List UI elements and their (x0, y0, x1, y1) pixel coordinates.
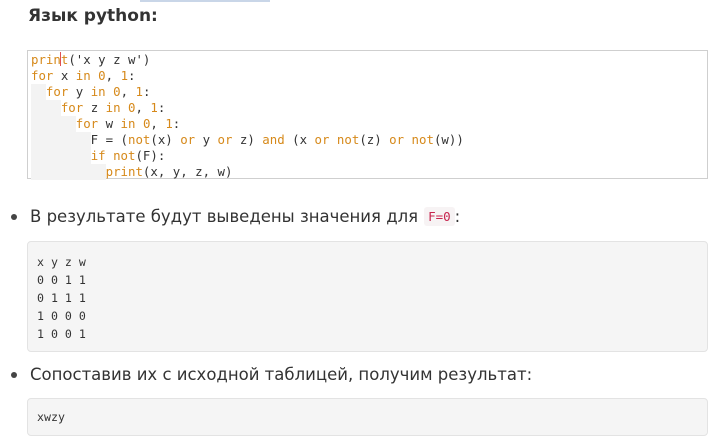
output-line: x y z w (37, 255, 86, 269)
bullet-text: В результате будут выведены значения для (30, 207, 419, 226)
code-keyword: for (31, 68, 54, 83)
section-heading: Язык python: (28, 6, 158, 26)
text-cursor-icon (59, 52, 61, 66)
code-line: if not(F): (28, 148, 707, 164)
code-line: for x in 0, 1: (28, 68, 707, 84)
code-keyword: or (180, 132, 196, 147)
inline-code-f0: F=0 (424, 207, 455, 226)
top-link-fragment (140, 0, 270, 2)
code-text: (z) (359, 132, 390, 147)
code-number: 1 (150, 100, 158, 115)
code-text: F = ( (31, 132, 128, 147)
code-text: z) (232, 132, 263, 147)
code-line-text: F = (not(x) or y or z) and (x or not(z) … (31, 132, 464, 147)
code-line-text: for w in 0, 1: (31, 116, 181, 131)
code-text: , (120, 84, 136, 99)
bullet-dot-icon (11, 213, 17, 220)
code-keyword: in (75, 68, 91, 83)
page: Язык python: print('x y z w') for x in 0,… (0, 0, 725, 443)
code-number: 0 (113, 84, 121, 99)
code-text: : (172, 116, 181, 131)
code-text: (x (284, 132, 315, 147)
code-text: , (150, 116, 166, 131)
code-line: print(x, y, z, w) (28, 164, 707, 180)
python-code-block[interactable]: print('x y z w') for x in 0, 1: for y in … (27, 50, 708, 180)
code-number: 1 (165, 116, 173, 131)
code-line: F = (not(x) or y or z) and (x or not(z) … (28, 132, 707, 148)
code-text: : (142, 84, 151, 99)
code-line-text: if not(F): (31, 148, 166, 163)
code-text: : (128, 68, 136, 83)
code-keyword: for (60, 100, 84, 115)
code-keyword: or (217, 132, 233, 147)
code-line: for z in 0, 1: (28, 100, 707, 116)
code-keyword: or (314, 132, 330, 147)
code-text: z (83, 100, 106, 115)
output-line: 0 1 1 1 (37, 291, 86, 305)
code-keyword: in (120, 116, 136, 131)
code-keyword: if (90, 148, 106, 163)
code-number: 1 (120, 68, 129, 83)
code-text: w (98, 116, 121, 131)
output-line: 0 0 1 1 (37, 273, 86, 287)
code-keyword: and (262, 132, 285, 147)
code-text: : (157, 100, 166, 115)
code-text: (x, y, z, w) (142, 164, 233, 179)
code-text: (F): (135, 148, 166, 163)
code-keyword: in (90, 84, 106, 99)
code-number: 0 (98, 68, 106, 83)
output-line: 1 0 0 1 (37, 327, 86, 341)
code-keyword: print (105, 164, 143, 179)
code-line-text: print(x, y, z, w) (31, 164, 233, 179)
code-text: y (68, 84, 91, 99)
code-text: (w)) (433, 132, 464, 147)
code-keyword: for (75, 116, 99, 131)
code-keyword: not (336, 132, 360, 147)
code-line: for y in 0, 1: (28, 84, 707, 100)
output-block-values[interactable]: x y z w 0 0 1 1 0 1 1 1 1 0 0 0 1 0 0 1 (27, 241, 708, 352)
output-block-result[interactable]: xwzy (27, 398, 708, 436)
code-keyword: in (105, 100, 121, 115)
bullet-suffix: : (454, 207, 461, 226)
code-keyword: or (389, 132, 405, 147)
code-keyword: print (31, 52, 69, 67)
code-number: 1 (135, 84, 143, 99)
output-line: 1 0 0 0 (37, 309, 86, 323)
code-line-text: for z in 0, 1: (31, 100, 166, 115)
bullet-item-comparison: Сопоставив их с исходной таблицей, получ… (8, 365, 532, 384)
code-keyword: for (45, 84, 69, 99)
output-line: xwzy (37, 410, 65, 424)
bullet-item-result-values: В результате будут выведены значения для… (8, 207, 460, 226)
code-text: x (53, 68, 76, 83)
code-keyword: not (411, 132, 434, 147)
code-keyword: not (113, 148, 136, 163)
code-text: y (195, 132, 218, 147)
code-line-text: for x in 0, 1: (31, 68, 136, 83)
code-text: (x) (150, 132, 181, 147)
code-line-text: for y in 0, 1: (31, 84, 151, 99)
code-line: for w in 0, 1: (28, 116, 707, 132)
code-keyword: not (127, 132, 151, 147)
bullet-dot-icon (11, 371, 17, 378)
bullet-text: Сопоставив их с исходной таблицей, получ… (30, 365, 533, 384)
code-line-text: print('x y z w') (31, 52, 150, 67)
code-text: , (105, 68, 121, 83)
code-line: print('x y z w') (28, 52, 707, 68)
code-text: ('x y z w') (68, 52, 151, 67)
code-text: , (135, 100, 151, 115)
